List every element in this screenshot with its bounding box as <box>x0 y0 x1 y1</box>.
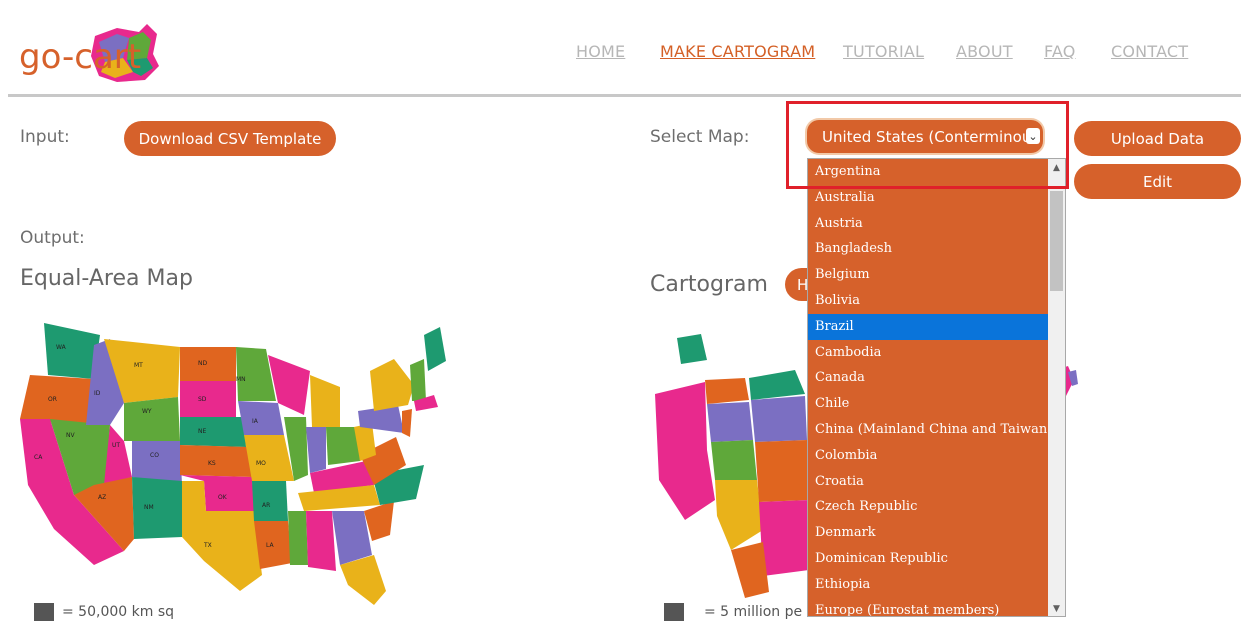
cartogram-legend-text: = 5 million pe <box>704 604 803 620</box>
state-label: MN <box>236 376 246 383</box>
download-csv-template-button[interactable]: Download CSV Template <box>124 121 336 156</box>
option-croatia[interactable]: Croatia <box>808 469 1048 495</box>
state-label: KS <box>208 460 216 467</box>
option-cambodia[interactable]: Cambodia <box>808 340 1048 366</box>
nav-contact[interactable]: CONTACT <box>1111 42 1188 61</box>
nav-about[interactable]: ABOUT <box>956 42 1013 61</box>
option-austria[interactable]: Austria <box>808 211 1048 237</box>
state-label: ND <box>198 360 207 367</box>
state-label: OK <box>218 494 228 501</box>
input-label: Input: <box>20 127 70 147</box>
option-bangladesh[interactable]: Bangladesh <box>808 236 1048 262</box>
state-label: NE <box>198 428 206 435</box>
nav-tutorial[interactable]: TUTORIAL <box>843 42 924 61</box>
state-label: OR <box>48 396 57 403</box>
edit-button[interactable]: Edit <box>1074 164 1241 199</box>
select-map-options-list[interactable]: Argentina Australia Austria Bangladesh B… <box>807 158 1066 617</box>
header-divider <box>8 94 1241 97</box>
state-label: AZ <box>98 494 106 501</box>
option-brazil[interactable]: Brazil <box>808 313 1048 340</box>
state-label: AR <box>262 502 270 509</box>
nav-make-cartogram[interactable]: MAKE CARTOGRAM <box>660 42 815 61</box>
option-bolivia[interactable]: Bolivia <box>808 288 1048 314</box>
state-label: ID <box>94 390 101 397</box>
dropdown-scrollbar[interactable]: ▲ ▼ <box>1048 159 1065 616</box>
upload-data-button[interactable]: Upload Data <box>1074 121 1241 156</box>
equal-area-map: WA OR CA NV ID MT WY UT AZ CO NM ND SD N… <box>20 323 446 605</box>
state-label: SD <box>198 396 207 403</box>
state-label: TX <box>203 542 212 549</box>
option-canada[interactable]: Canada <box>808 365 1048 391</box>
state-label: IA <box>252 418 259 425</box>
cartogram-title: Cartogram <box>650 272 768 297</box>
state-label: NM <box>144 504 154 511</box>
state-label: NV <box>66 432 75 439</box>
cartogram-legend-square <box>664 603 684 621</box>
option-ethiopia[interactable]: Ethiopia <box>808 572 1048 598</box>
cartogram-map <box>655 334 809 598</box>
main-nav: HOME MAKE CARTOGRAM TUTORIAL ABOUT FAQ C… <box>0 42 1241 66</box>
equal-area-map-title: Equal-Area Map <box>20 266 193 291</box>
scrollbar-thumb[interactable] <box>1050 191 1063 291</box>
header: go-cart HOME MAKE CARTOGRAM TUTORIAL ABO… <box>0 0 1241 96</box>
equal-area-legend-square <box>34 603 54 621</box>
option-chile[interactable]: Chile <box>808 391 1048 417</box>
scroll-down-icon[interactable]: ▼ <box>1048 602 1065 616</box>
option-belgium[interactable]: Belgium <box>808 262 1048 288</box>
nav-home[interactable]: HOME <box>576 42 625 61</box>
highlight-annotation-box <box>786 101 1069 189</box>
option-colombia[interactable]: Colombia <box>808 443 1048 469</box>
output-label: Output: <box>20 228 85 248</box>
state-label: MO <box>256 460 266 467</box>
option-czech-republic[interactable]: Czech Republic <box>808 494 1048 520</box>
state-label: WY <box>142 408 152 415</box>
option-denmark[interactable]: Denmark <box>808 520 1048 546</box>
select-map-label: Select Map: <box>650 127 750 147</box>
state-label: CA <box>34 454 43 461</box>
option-china[interactable]: China (Mainland China and Taiwan) <box>808 417 1048 443</box>
equal-area-legend-text: = 50,000 km sq <box>62 604 174 620</box>
state-label: LA <box>266 542 274 549</box>
state-label: UT <box>112 442 120 449</box>
option-europe[interactable]: Europe (Eurostat members) <box>808 598 1048 616</box>
option-dominican-republic[interactable]: Dominican Republic <box>808 546 1048 572</box>
nav-faq[interactable]: FAQ <box>1044 42 1076 61</box>
state-label: MT <box>134 362 143 369</box>
state-label: WA <box>56 344 67 351</box>
state-label: CO <box>150 452 159 459</box>
